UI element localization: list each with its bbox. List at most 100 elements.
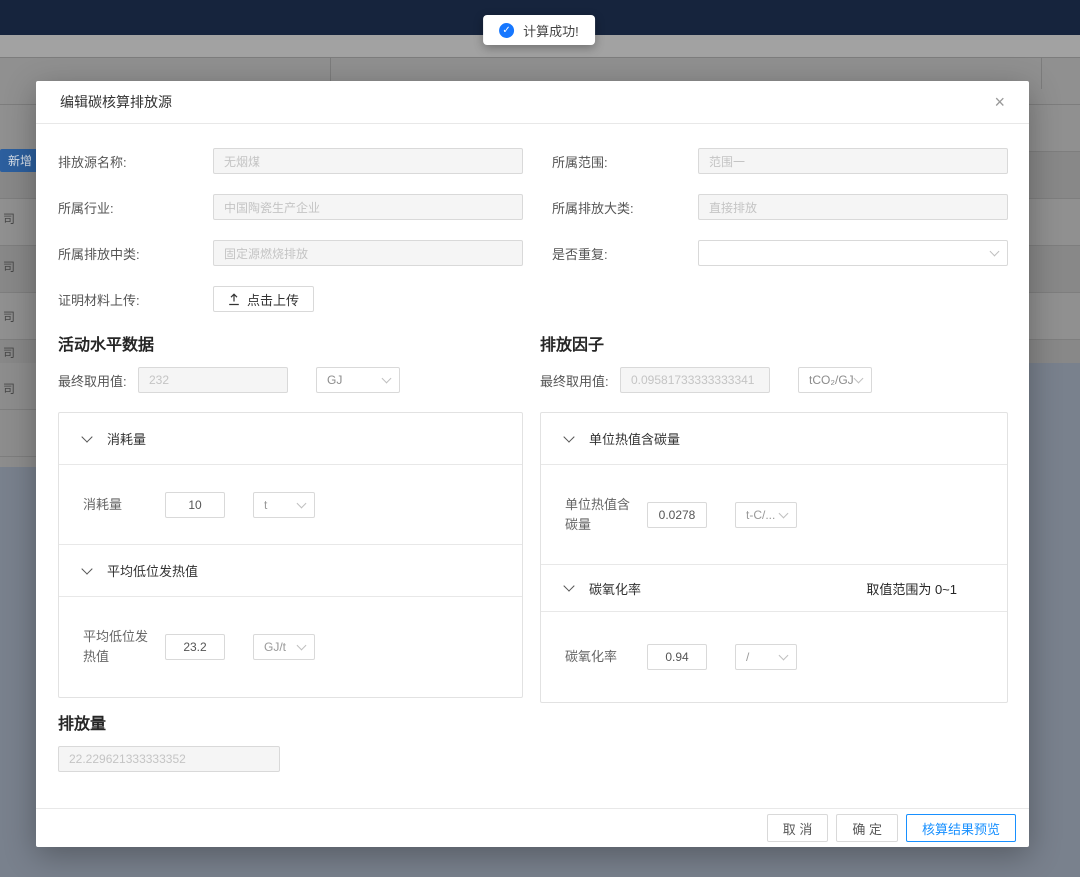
- chevron-down-icon: [779, 651, 789, 661]
- table-row: 司: [3, 210, 15, 227]
- consumption-row: 消耗量 t: [59, 465, 522, 545]
- oxidation-rate-unit-select[interactable]: /: [735, 644, 797, 670]
- chevron-down-icon: [563, 431, 574, 442]
- consumption-collapse-header[interactable]: 消耗量: [59, 413, 522, 465]
- activity-unit-select[interactable]: GJ: [316, 367, 400, 393]
- emission-result-input: [58, 746, 280, 772]
- dialog-body: 排放源名称: 所属范围: 所属行业: 所属排放大类: 所属排放中类: 是否重复:: [36, 124, 1029, 772]
- parameter-panels: 消耗量 消耗量 t 平均低位发热值 平均低位发热值: [58, 412, 1009, 703]
- activity-final-row: 最终取用值: GJ: [58, 367, 523, 393]
- dialog-header: 编辑碳核算排放源 ×: [36, 81, 1029, 124]
- scope-input: [698, 148, 1008, 174]
- medium-category-input: [213, 240, 523, 266]
- activity-final-label: 最终取用值:: [58, 371, 138, 390]
- chevron-down-icon: [779, 508, 789, 518]
- heating-value-collapse-header[interactable]: 平均低位发热值: [59, 545, 522, 597]
- carbon-content-row: 单位热值含碳量 t-C/...: [541, 465, 1007, 565]
- chevron-down-icon: [563, 580, 574, 591]
- success-toast: 计算成功!: [483, 15, 595, 45]
- upload-button-label: 点击上传: [247, 290, 299, 309]
- info-form: 排放源名称: 所属范围: 所属行业: 所属排放大类: 所属排放中类: 是否重复:: [58, 148, 1009, 312]
- carbon-content-input[interactable]: [647, 502, 707, 528]
- carbon-content-label: 单位热值含碳量: [565, 495, 647, 535]
- heating-value-row: 平均低位发热值 GJ/t: [59, 597, 522, 697]
- oxidation-rate-collapse-header[interactable]: 碳氧化率 取值范围为 0~1: [541, 565, 1007, 612]
- factor-final-label: 最终取用值:: [540, 371, 620, 390]
- dialog-title: 编辑碳核算排放源: [60, 92, 172, 112]
- oxidation-rate-label: 碳氧化率: [565, 647, 647, 667]
- field-industry: 所属行业:: [58, 194, 523, 220]
- field-scope: 所属范围:: [552, 148, 1008, 174]
- source-name-input: [213, 148, 523, 174]
- factor-panel-group: 单位热值含碳量 单位热值含碳量 t-C/... 碳氧化率 取值范围为 0~1: [540, 412, 1008, 703]
- chevron-down-icon: [854, 374, 864, 384]
- activity-panel-group: 消耗量 消耗量 t 平均低位发热值 平均低位发热值: [58, 412, 523, 698]
- oxidation-rate-header-label: 碳氧化率: [589, 579, 641, 598]
- activity-section-head: 活动水平数据 最终取用值: GJ: [58, 331, 523, 393]
- factor-final-row: 最终取用值: tCO₂/GJ: [540, 367, 1008, 393]
- chevron-down-icon: [81, 563, 92, 574]
- upload-button[interactable]: 点击上传: [213, 286, 314, 312]
- cancel-button[interactable]: 取 消: [767, 814, 829, 842]
- close-icon[interactable]: ×: [994, 93, 1005, 111]
- heating-value-unit-select[interactable]: GJ/t: [253, 634, 315, 660]
- consumption-unit-value: t: [264, 498, 298, 512]
- field-upload: 证明材料上传: 点击上传: [58, 286, 523, 312]
- field-major-category: 所属排放大类:: [552, 194, 1008, 220]
- duplicate-select[interactable]: [698, 240, 1008, 266]
- upload-icon: [228, 293, 240, 306]
- medium-category-label: 所属排放中类:: [58, 244, 213, 263]
- chevron-down-icon: [81, 431, 92, 442]
- factor-title: 排放因子: [540, 331, 1008, 355]
- consumption-header-label: 消耗量: [107, 429, 146, 448]
- carbon-content-unit: t-C/...: [746, 508, 780, 522]
- table-row: 司: [3, 258, 15, 275]
- industry-input: [213, 194, 523, 220]
- carbon-content-unit-select[interactable]: t-C/...: [735, 502, 797, 528]
- factor-unit-select[interactable]: tCO₂/GJ: [798, 367, 872, 393]
- table-row: 司: [3, 308, 15, 325]
- factor-unit-value: tCO₂/GJ: [809, 373, 855, 387]
- ok-button[interactable]: 确 定: [836, 814, 898, 842]
- oxidation-rate-row: 碳氧化率 /: [541, 612, 1007, 702]
- heating-value-unit: GJ/t: [264, 640, 298, 654]
- field-duplicate: 是否重复:: [552, 240, 1008, 266]
- toast-message: 计算成功!: [523, 21, 579, 40]
- table-row: 司: [3, 344, 15, 361]
- activity-title: 活动水平数据: [58, 331, 523, 355]
- field-source-name: 排放源名称:: [58, 148, 523, 174]
- major-category-label: 所属排放大类:: [552, 198, 698, 217]
- emission-title: 排放量: [58, 710, 1009, 734]
- upload-label: 证明材料上传:: [58, 290, 213, 309]
- oxidation-range-note: 取值范围为 0~1: [866, 579, 957, 598]
- factor-final-input: [620, 367, 770, 393]
- consumption-label: 消耗量: [83, 495, 165, 515]
- carbon-content-collapse-header[interactable]: 单位热值含碳量: [541, 413, 1007, 465]
- oxidation-rate-input[interactable]: [647, 644, 707, 670]
- section-titles: 活动水平数据 最终取用值: GJ 排放因子 最终取用值: tCO₂/GJ: [58, 331, 1009, 393]
- result-preview-button[interactable]: 核算结果预览: [906, 814, 1016, 842]
- chevron-down-icon: [297, 498, 307, 508]
- heating-value-input[interactable]: [165, 634, 225, 660]
- industry-label: 所属行业:: [58, 198, 213, 217]
- activity-final-input: [138, 367, 288, 393]
- carbon-content-header-label: 单位热值含碳量: [589, 429, 680, 448]
- factor-section-head: 排放因子 最终取用值: tCO₂/GJ: [540, 331, 1008, 393]
- activity-unit-value: GJ: [327, 373, 383, 387]
- chevron-down-icon: [990, 247, 1000, 257]
- source-name-label: 排放源名称:: [58, 152, 213, 171]
- consumption-input[interactable]: [165, 492, 225, 518]
- chevron-down-icon: [297, 641, 307, 651]
- emission-section: 排放量: [58, 710, 1009, 772]
- major-category-input: [698, 194, 1008, 220]
- backdrop-column-divider: [1041, 57, 1042, 89]
- consumption-unit-select[interactable]: t: [253, 492, 315, 518]
- edit-emission-source-dialog: 编辑碳核算排放源 × 排放源名称: 所属范围: 所属行业: 所属排放大类: 所属…: [36, 81, 1029, 847]
- heating-value-label: 平均低位发热值: [83, 627, 165, 667]
- spacer: [552, 286, 1008, 312]
- field-medium-category: 所属排放中类:: [58, 240, 523, 266]
- dialog-footer: 取 消 确 定 核算结果预览: [36, 808, 1029, 847]
- backdrop-table-rows: [0, 363, 36, 467]
- scope-label: 所属范围:: [552, 152, 698, 171]
- check-circle-icon: [499, 23, 514, 38]
